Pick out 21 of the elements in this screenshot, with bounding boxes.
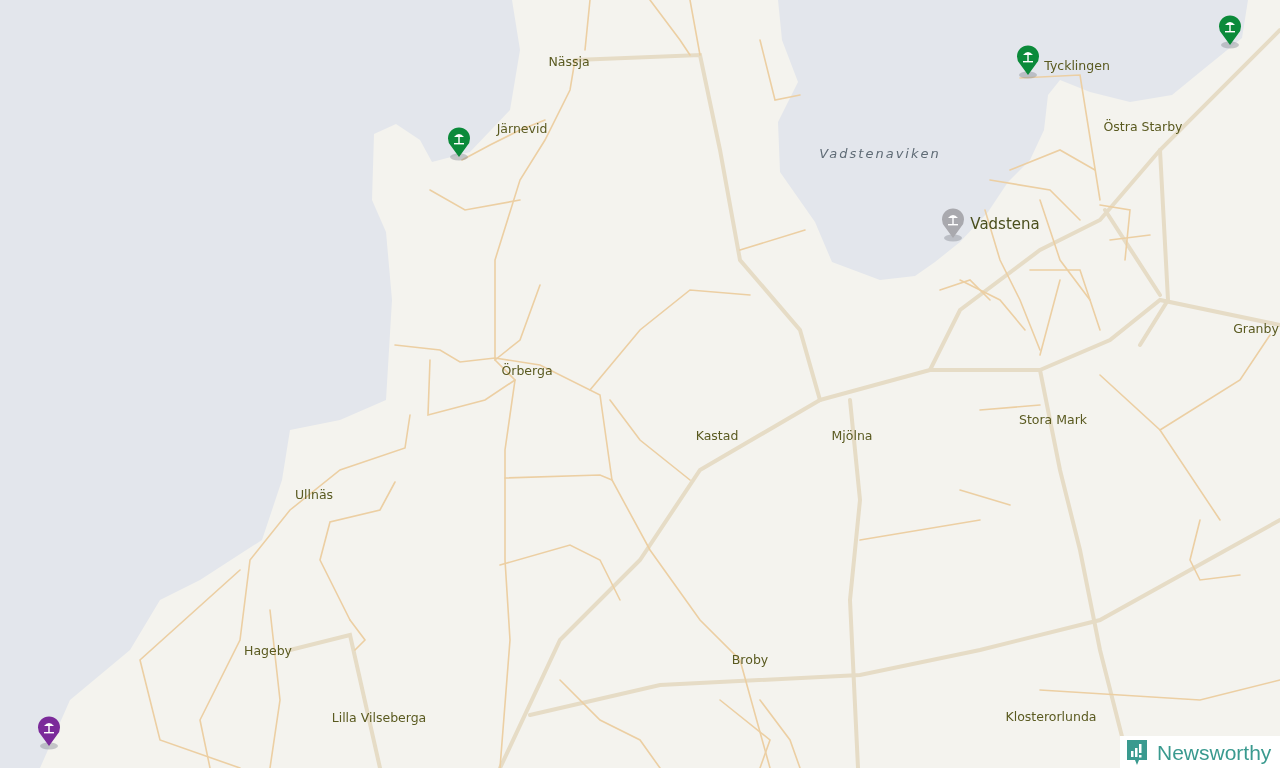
- beach-pin-icon[interactable]: [447, 127, 471, 161]
- place-label: Vadstena: [970, 213, 1040, 235]
- beach-pin-icon[interactable]: [37, 716, 61, 750]
- place-label: Nässja: [548, 52, 590, 71]
- beach-pin-icon[interactable]: [1218, 15, 1242, 49]
- place-label: Lilla Vilseberga: [331, 708, 427, 727]
- place-label: Broby: [731, 650, 769, 669]
- place-label: Klosterorlunda: [1005, 707, 1097, 726]
- water-label: Vadstenaviken: [819, 145, 941, 164]
- beach-pin-icon[interactable]: [1016, 45, 1040, 79]
- place-label: Ullnäs: [294, 485, 334, 504]
- place-label: Östra Starby: [1103, 117, 1183, 136]
- chart-logo-icon[interactable]: [1125, 738, 1149, 766]
- place-label: Kastad: [695, 426, 739, 445]
- place-label: Stora Mark: [1018, 410, 1088, 429]
- place-label: Hageby: [244, 641, 292, 660]
- place-label: Mjölna: [831, 426, 873, 445]
- place-label: Tycklingen: [1044, 56, 1110, 75]
- place-label: Örberga: [501, 361, 553, 380]
- place-label: Granby: [1233, 319, 1279, 338]
- place-label: Järnevid: [496, 119, 548, 138]
